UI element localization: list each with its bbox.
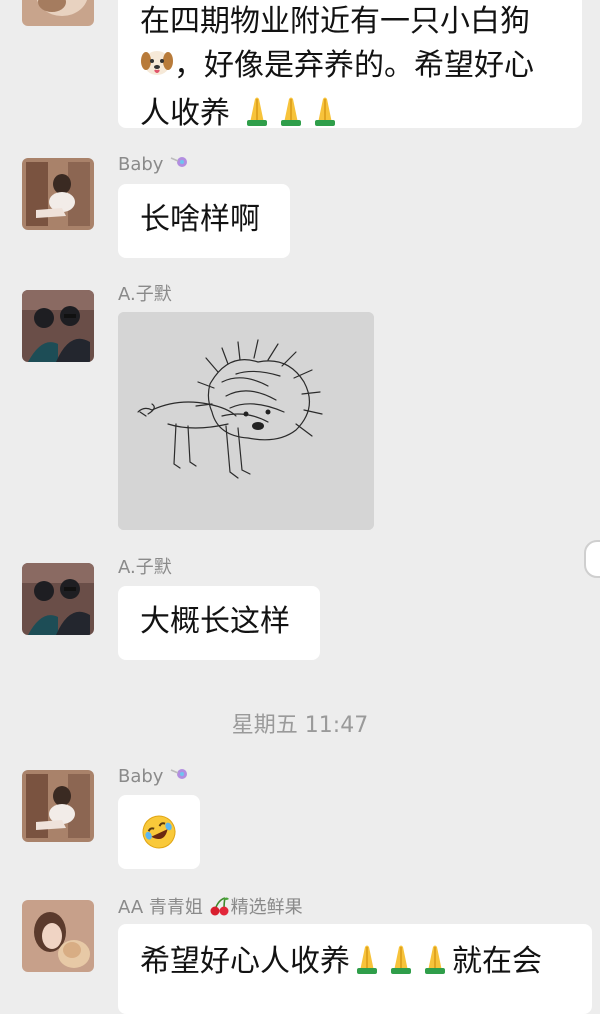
shaggy-dog-drawing [118, 312, 374, 530]
sender-name: Baby [118, 767, 188, 787]
folded-hands-icon [384, 941, 418, 988]
folded-hands-icon [240, 93, 274, 140]
avatar-baby[interactable] [22, 158, 94, 230]
message-text: ，好像是弃养的。希望好心 [174, 48, 534, 83]
rolling-on-floor-laughing-icon [140, 813, 178, 864]
cherries-icon [209, 896, 231, 921]
message-line: 在四期物业附近有一只小白狗 [140, 4, 530, 39]
folded-hands-icon [274, 93, 308, 140]
message-bubble-5[interactable] [118, 795, 200, 869]
avatar-zimo[interactable] [22, 563, 94, 635]
sender-name: Baby [118, 155, 188, 175]
floating-assist-handle[interactable] [584, 540, 600, 578]
avatar-baby[interactable] [22, 770, 94, 842]
folded-hands-icon [308, 93, 342, 140]
message-line: ，好像是弃养的。希望好心 [140, 44, 564, 92]
message-image[interactable] [118, 312, 374, 530]
folded-hands-icon [418, 941, 452, 988]
lollipop-icon [165, 769, 187, 784]
avatar-zimo[interactable] [22, 290, 94, 362]
sender-name: A.子默 [118, 557, 172, 578]
message-line: 人收养 [140, 92, 564, 140]
timestamp-divider: 星期五 11:47 [231, 713, 369, 738]
avatar-sender-1[interactable] [22, 0, 94, 26]
message-text: 长啥样啊 [140, 202, 260, 237]
dog-face-icon [140, 45, 174, 92]
message-bubble-2[interactable]: 长啥样啊 [118, 184, 290, 258]
message-text: 希望好心人收养 [140, 944, 350, 979]
lollipop-icon [165, 157, 187, 172]
message-text: 人收养 [140, 96, 230, 131]
avatar-qingqing[interactable] [22, 900, 94, 972]
message-bubble-6[interactable]: 希望好心人收养 就在会 [118, 924, 592, 1014]
sender-name: AA 青青姐 精选鲜果 [118, 896, 303, 921]
folded-hands-icon [350, 941, 384, 988]
message-bubble-4[interactable]: 大概长这样 [118, 586, 320, 660]
message-text: 就在会 [452, 944, 542, 979]
message-text: 大概长这样 [140, 604, 290, 639]
sender-name: A.子默 [118, 284, 172, 305]
message-bubble-1[interactable]: 在四期物业附近有一只小白狗 ，好像是弃养的。希望好心 人收养 [118, 0, 582, 131]
